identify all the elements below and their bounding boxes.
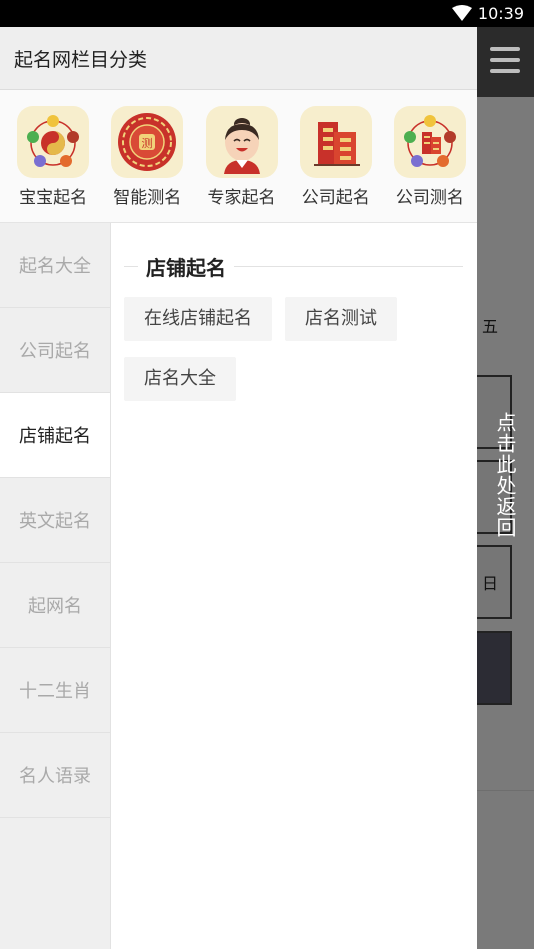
sidebar-item-online-nickname[interactable]: 起网名 xyxy=(0,563,110,648)
category-content: 起名大全 公司起名 店铺起名 英文起名 起网名 十二生肖 名人语录 店铺起名 在… xyxy=(0,223,477,949)
sidebar-item-company-naming[interactable]: 公司起名 xyxy=(0,308,110,393)
sidebar-item-naming-collection[interactable]: 起名大全 xyxy=(0,223,110,308)
quick-item-baby-naming[interactable]: 宝宝起名 xyxy=(6,90,100,222)
category-sidebar: 起名大全 公司起名 店铺起名 英文起名 起网名 十二生肖 名人语录 xyxy=(0,223,111,949)
quick-access-row: 宝宝起名 测 智能测名 专家起名 公司起名 公司测名 xyxy=(0,90,477,223)
quick-item-label: 宝宝起名 xyxy=(19,188,88,208)
divider xyxy=(234,265,463,267)
tap-to-return-label[interactable]: 点击此处返回 xyxy=(493,412,520,538)
status-time: 10:39 xyxy=(477,4,524,23)
quick-item-label: 专家起名 xyxy=(207,188,276,208)
tag-shop-name-collection[interactable]: 店名大全 xyxy=(124,357,236,401)
sidebar-item-chinese-zodiac[interactable]: 十二生肖 xyxy=(0,648,110,733)
quick-item-expert-naming[interactable]: 专家起名 xyxy=(194,90,288,222)
section-heading: 店铺起名 xyxy=(124,251,463,281)
divider xyxy=(476,790,534,791)
tag-shop-name-test[interactable]: 店名测试 xyxy=(285,297,397,341)
quick-item-smart-name-test[interactable]: 测 智能测名 xyxy=(100,90,194,222)
five-elements-building-icon xyxy=(393,106,466,178)
quick-item-label: 公司起名 xyxy=(301,188,370,208)
five-elements-yinyang-icon xyxy=(17,106,90,178)
expert-face-icon xyxy=(205,106,278,178)
background-text: 五 xyxy=(481,317,498,336)
building-icon xyxy=(299,106,372,178)
bagua-ce-icon: 测 xyxy=(111,106,184,178)
status-bar: 10:39 xyxy=(0,0,534,27)
wifi-icon xyxy=(452,5,472,21)
category-detail: 店铺起名 在线店铺起名 店名测试店名大全 xyxy=(110,223,477,949)
section-title: 店铺起名 xyxy=(146,255,226,280)
background-text: 日 xyxy=(481,574,498,593)
drawer-title: 起名网栏目分类 xyxy=(0,27,477,90)
quick-item-label: 智能测名 xyxy=(113,188,182,208)
hamburger-menu-icon[interactable] xyxy=(490,47,520,75)
quick-item-company-naming[interactable]: 公司起名 xyxy=(289,90,383,222)
tag-list: 在线店铺起名 店名测试店名大全 xyxy=(124,297,464,417)
sidebar-item-famous-quotes[interactable]: 名人语录 xyxy=(0,733,110,818)
tag-online-shop-naming[interactable]: 在线店铺起名 xyxy=(124,297,272,341)
category-drawer: 起名网栏目分类 宝宝起名 测 智能测名 专家起名 公司起名 公司测名 起名大全 … xyxy=(0,27,477,949)
quick-item-label: 公司测名 xyxy=(395,188,464,208)
quick-item-company-name-test[interactable]: 公司测名 xyxy=(383,90,477,222)
svg-text:测: 测 xyxy=(142,137,153,150)
divider xyxy=(124,265,138,267)
sidebar-item-english-naming[interactable]: 英文起名 xyxy=(0,478,110,563)
sidebar-item-shop-naming[interactable]: 店铺起名 xyxy=(0,393,110,478)
